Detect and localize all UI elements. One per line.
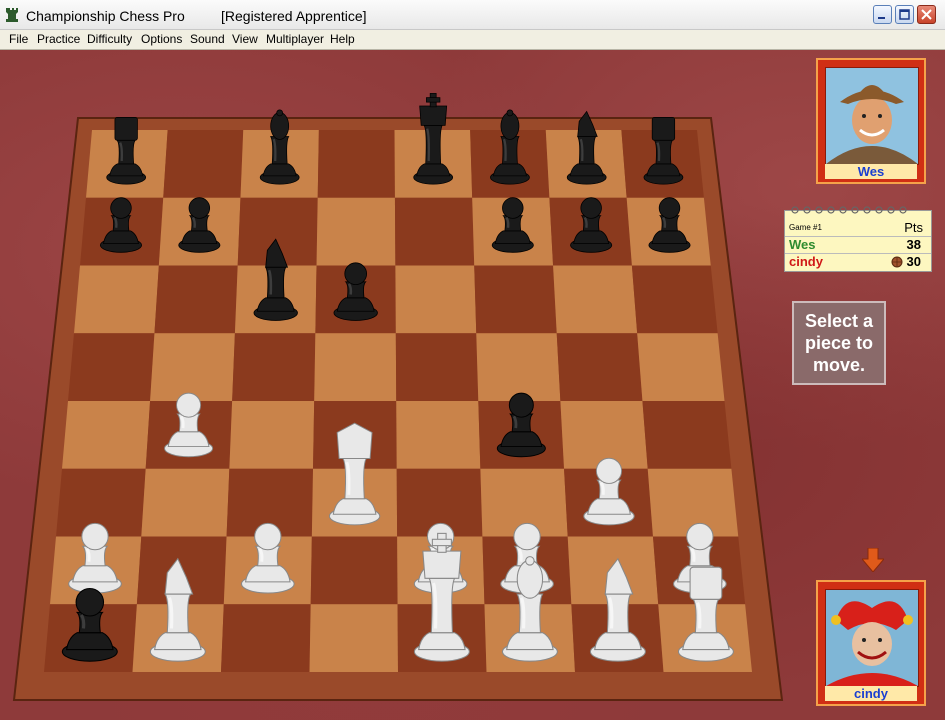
opponent-portrait: Wes [816, 58, 926, 184]
game-area: Wes Game #1 Pts Wes 38 cindy 30 Select a… [0, 50, 945, 720]
maximize-icon [899, 9, 910, 20]
board-square[interactable] [68, 333, 155, 401]
notepad-rings-icon [791, 206, 907, 214]
score-player-name: cindy [789, 254, 823, 269]
title-bar: Championship Chess Pro [Registered Appre… [0, 0, 945, 30]
points-header: Pts [904, 220, 923, 235]
board-square[interactable] [62, 401, 151, 469]
board-square[interactable] [229, 401, 315, 469]
board-square[interactable] [476, 333, 561, 401]
menu-help[interactable]: Help [330, 32, 355, 46]
score-points: 38 [906, 237, 921, 252]
board-square[interactable] [631, 265, 718, 334]
status-message: Select a piece to move. [792, 301, 886, 385]
board-square[interactable] [394, 197, 475, 266]
menu-multiplayer[interactable]: Multiplayer [266, 32, 324, 46]
player-portrait: cindy [816, 580, 926, 706]
menu-difficulty[interactable]: Difficulty [87, 32, 132, 46]
minimize-button[interactable] [873, 5, 892, 24]
opponent-avatar [825, 67, 919, 165]
menu-sound[interactable]: Sound [190, 32, 225, 46]
board-square[interactable] [556, 333, 643, 401]
chess-board[interactable] [0, 50, 945, 720]
board-square[interactable] [154, 265, 238, 334]
board-square[interactable] [553, 265, 638, 334]
menu-options[interactable]: Options [141, 32, 182, 46]
opponent-name: Wes [825, 164, 917, 179]
board-square[interactable] [310, 536, 398, 605]
close-button[interactable] [917, 5, 936, 24]
board-square[interactable] [221, 604, 311, 672]
board-square[interactable] [637, 333, 725, 401]
chess-rook-icon [6, 8, 18, 22]
board-square[interactable] [314, 333, 397, 401]
scorecard: Game #1 Pts Wes 38 cindy 30 [784, 206, 932, 272]
score-row-cindy: cindy 30 [785, 253, 931, 270]
board-square[interactable] [642, 401, 732, 469]
close-icon [921, 9, 932, 20]
score-row-wes: Wes 38 [785, 236, 931, 253]
score-points: 30 [906, 254, 921, 269]
menu-practice[interactable]: Practice [37, 32, 80, 46]
ball-icon [891, 256, 903, 268]
player-avatar [825, 589, 919, 687]
board-square[interactable] [163, 130, 244, 198]
board-square[interactable] [474, 265, 557, 334]
board-square[interactable] [74, 265, 159, 334]
board-square[interactable] [395, 333, 479, 401]
board-square[interactable] [395, 265, 477, 334]
down-arrow-icon [862, 548, 884, 572]
window-subtitle: [Registered Apprentice] [221, 8, 367, 24]
board-square[interactable] [232, 333, 316, 401]
board-square[interactable] [141, 468, 230, 537]
board-square[interactable] [396, 401, 481, 469]
board-square[interactable] [316, 197, 396, 266]
score-player-name: Wes [789, 237, 816, 252]
game-label: Game #1 [789, 223, 822, 232]
board-square[interactable] [560, 401, 648, 469]
board-square[interactable] [309, 604, 399, 672]
board-square[interactable] [150, 333, 235, 401]
player-name: cindy [825, 686, 917, 701]
window-title: Championship Chess Pro [26, 8, 185, 24]
board-square[interactable] [317, 130, 395, 198]
menu-file[interactable]: File [9, 32, 28, 46]
menu-bar: File Practice Difficulty Options Sound V… [0, 30, 945, 50]
maximize-button[interactable] [895, 5, 914, 24]
menu-view[interactable]: View [232, 32, 258, 46]
minimize-icon [878, 17, 885, 19]
